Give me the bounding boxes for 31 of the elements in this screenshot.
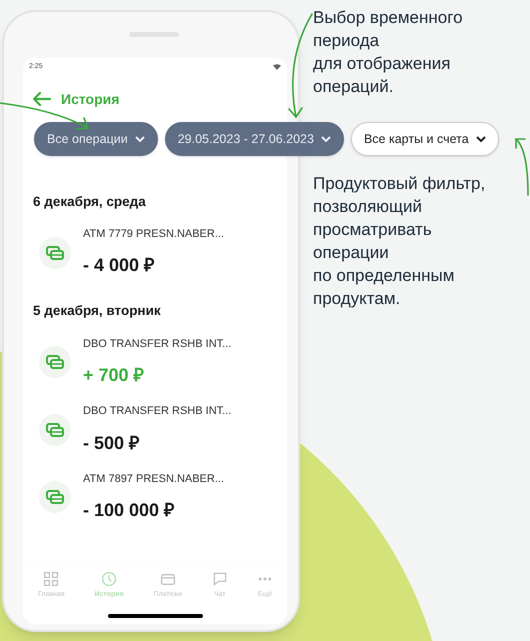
date-heading: 6 декабря, среда: [32, 192, 147, 211]
filter-chip[interactable]: Все карты и счета: [350, 122, 499, 156]
more-icon: [258, 577, 272, 581]
transaction-title: DBO TRANSFER RSHB INT...: [83, 404, 232, 419]
chevron-down-icon: [476, 136, 486, 142]
transaction-title: DBO TRANSFER RSHB INT...: [83, 336, 232, 352]
card-icon: [39, 414, 71, 446]
transaction-amount: + 700 ₽: [83, 364, 145, 387]
filter-chip[interactable]: 29.05.2023 - 27.06.2023: [164, 122, 344, 156]
card-icon: [39, 346, 71, 378]
transaction-amount: - 4 000 ₽: [83, 254, 156, 278]
annotation-text: Продуктовый фильтр, позволяющий просматривать операции по определенным продуктам.: [313, 173, 486, 310]
transaction-title: ATM 7897 PRESN.NABER...: [83, 472, 224, 486]
transaction-amount: - 500 ₽: [83, 432, 140, 454]
transaction-amount: - 100 000 ₽: [83, 499, 176, 522]
page-title: История: [61, 90, 120, 109]
chevron-down-icon: [134, 136, 145, 142]
card-icon: [160, 572, 176, 586]
chat-bubble-icon: [212, 571, 228, 587]
wifi-icon: [273, 64, 281, 70]
filter-chip[interactable]: Все операции: [34, 122, 158, 156]
arrow: [515, 138, 529, 196]
grid-icon: [43, 571, 60, 587]
card-icon: [39, 236, 71, 268]
transaction-title: ATM 7779 PRESN.NABER...: [83, 226, 224, 242]
date-heading: 5 декабря, вторник: [32, 302, 162, 320]
clock-icon: [101, 571, 118, 587]
annotation-text: Выбор временного периода для отображения операций.: [313, 7, 464, 98]
chevron-down-icon: [320, 136, 331, 142]
card-icon: [39, 481, 71, 514]
back-arrow-icon[interactable]: [33, 92, 51, 106]
